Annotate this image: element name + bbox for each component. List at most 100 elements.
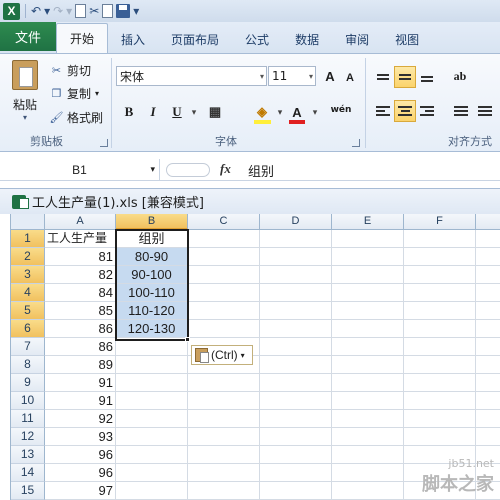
column-header-e[interactable]: E xyxy=(332,214,404,230)
orientation-icon[interactable]: ab xyxy=(450,66,470,86)
row-header[interactable]: 11 xyxy=(11,410,45,428)
paste-dropdown-icon[interactable]: ▾ xyxy=(6,113,44,122)
font-color-dropdown-icon[interactable]: ▾ xyxy=(305,102,325,122)
cell[interactable] xyxy=(332,356,404,374)
row-header[interactable]: 13 xyxy=(11,446,45,464)
cell[interactable] xyxy=(404,410,476,428)
align-middle-button[interactable] xyxy=(394,66,416,88)
phonetic-button[interactable]: wén xyxy=(326,100,356,120)
print-preview-icon[interactable] xyxy=(75,2,87,20)
cell[interactable] xyxy=(260,374,332,392)
redo-dropdown-icon[interactable]: ▾ xyxy=(66,2,72,20)
row-header[interactable]: 12 xyxy=(11,428,45,446)
tab-formulas[interactable]: 公式 xyxy=(232,25,282,53)
cell[interactable] xyxy=(332,446,404,464)
cell[interactable] xyxy=(116,464,188,482)
clipboard-launcher-icon[interactable] xyxy=(100,139,108,147)
cell[interactable] xyxy=(476,284,500,302)
cell[interactable] xyxy=(116,374,188,392)
cell[interactable] xyxy=(116,338,188,356)
font-color-icon[interactable]: A xyxy=(287,102,307,122)
cell[interactable] xyxy=(188,248,260,266)
tab-insert[interactable]: 插入 xyxy=(108,25,158,53)
cell[interactable]: 82 xyxy=(45,266,116,284)
font-size-dropdown-icon[interactable]: ▾ xyxy=(309,72,313,81)
cut-button[interactable]: ✂ 剪切 xyxy=(50,62,91,79)
cell[interactable] xyxy=(260,320,332,338)
cell[interactable] xyxy=(476,410,500,428)
formula-bar-resize-handle[interactable] xyxy=(166,163,210,177)
cell[interactable] xyxy=(260,284,332,302)
row-header[interactable]: 3 xyxy=(11,266,45,284)
cell[interactable] xyxy=(332,248,404,266)
cell[interactable] xyxy=(260,356,332,374)
redo-icon[interactable]: ↷ xyxy=(53,2,63,20)
cell[interactable] xyxy=(260,392,332,410)
cell[interactable] xyxy=(476,248,500,266)
cell[interactable] xyxy=(404,374,476,392)
align-bottom-button[interactable] xyxy=(416,68,438,90)
formula-input[interactable]: 组别 xyxy=(248,161,274,180)
cell[interactable] xyxy=(260,302,332,320)
cell[interactable]: 84 xyxy=(45,284,116,302)
row-header[interactable]: 10 xyxy=(11,392,45,410)
undo-icon[interactable]: ↶ xyxy=(31,2,41,20)
name-box[interactable]: B1 ▾ xyxy=(0,159,160,180)
row-header[interactable]: 14 xyxy=(11,464,45,482)
save-icon[interactable] xyxy=(116,2,131,20)
cell[interactable] xyxy=(404,356,476,374)
column-header-d[interactable]: D xyxy=(260,214,332,230)
cell[interactable]: 120-130 xyxy=(116,320,188,338)
cell[interactable] xyxy=(260,410,332,428)
tools-icon[interactable]: ✂ xyxy=(89,2,99,20)
cell[interactable] xyxy=(188,302,260,320)
cell[interactable] xyxy=(260,464,332,482)
tab-home[interactable]: 开始 xyxy=(56,23,109,53)
row-header[interactable]: 15 xyxy=(11,482,45,500)
cell[interactable]: 81 xyxy=(45,248,116,266)
row-header[interactable]: 2 xyxy=(11,248,45,266)
cell[interactable] xyxy=(116,410,188,428)
format-painter-button[interactable]: 🖌 格式刷 xyxy=(50,109,104,126)
row-header[interactable]: 6 xyxy=(11,320,45,338)
align-left-button[interactable] xyxy=(372,100,394,122)
cell[interactable] xyxy=(404,320,476,338)
column-header-a[interactable]: A xyxy=(45,214,116,230)
cell[interactable]: 91 xyxy=(45,374,116,392)
cell[interactable] xyxy=(404,392,476,410)
cell[interactable] xyxy=(476,356,500,374)
align-right-button[interactable] xyxy=(416,100,438,122)
paste-button[interactable]: 粘贴 ▾ xyxy=(6,60,44,122)
row-header[interactable]: 9 xyxy=(11,374,45,392)
align-top-button[interactable] xyxy=(372,66,394,88)
cell[interactable] xyxy=(404,302,476,320)
cell[interactable] xyxy=(260,230,332,248)
excel-logo-icon[interactable]: X xyxy=(3,2,20,20)
cell[interactable] xyxy=(332,266,404,284)
paste-options-dropdown-icon[interactable]: ▾ xyxy=(241,351,245,360)
cell[interactable]: 100-110 xyxy=(116,284,188,302)
increase-indent-button[interactable] xyxy=(474,100,496,122)
cell[interactable] xyxy=(332,482,404,500)
cell[interactable] xyxy=(404,230,476,248)
cell[interactable]: 90-100 xyxy=(116,266,188,284)
cell[interactable]: 93 xyxy=(45,428,116,446)
cell[interactable] xyxy=(260,482,332,500)
row-header[interactable]: 1 xyxy=(11,230,45,248)
paste-options-button[interactable]: (Ctrl) ▾ xyxy=(191,345,253,365)
cell[interactable] xyxy=(404,248,476,266)
tab-review[interactable]: 审阅 xyxy=(332,25,382,53)
undo-dropdown-icon[interactable]: ▾ xyxy=(44,2,50,20)
customize-qat-icon[interactable]: ▾ xyxy=(133,2,139,20)
font-launcher-icon[interactable] xyxy=(352,139,360,147)
cell[interactable] xyxy=(332,410,404,428)
row-header[interactable]: 7 xyxy=(11,338,45,356)
cell[interactable] xyxy=(404,338,476,356)
align-center-button[interactable] xyxy=(394,100,416,122)
cell[interactable] xyxy=(116,356,188,374)
cell[interactable] xyxy=(188,392,260,410)
cell[interactable] xyxy=(332,464,404,482)
cell[interactable] xyxy=(188,266,260,284)
cell[interactable]: 110-120 xyxy=(116,302,188,320)
cell[interactable]: 96 xyxy=(45,446,116,464)
